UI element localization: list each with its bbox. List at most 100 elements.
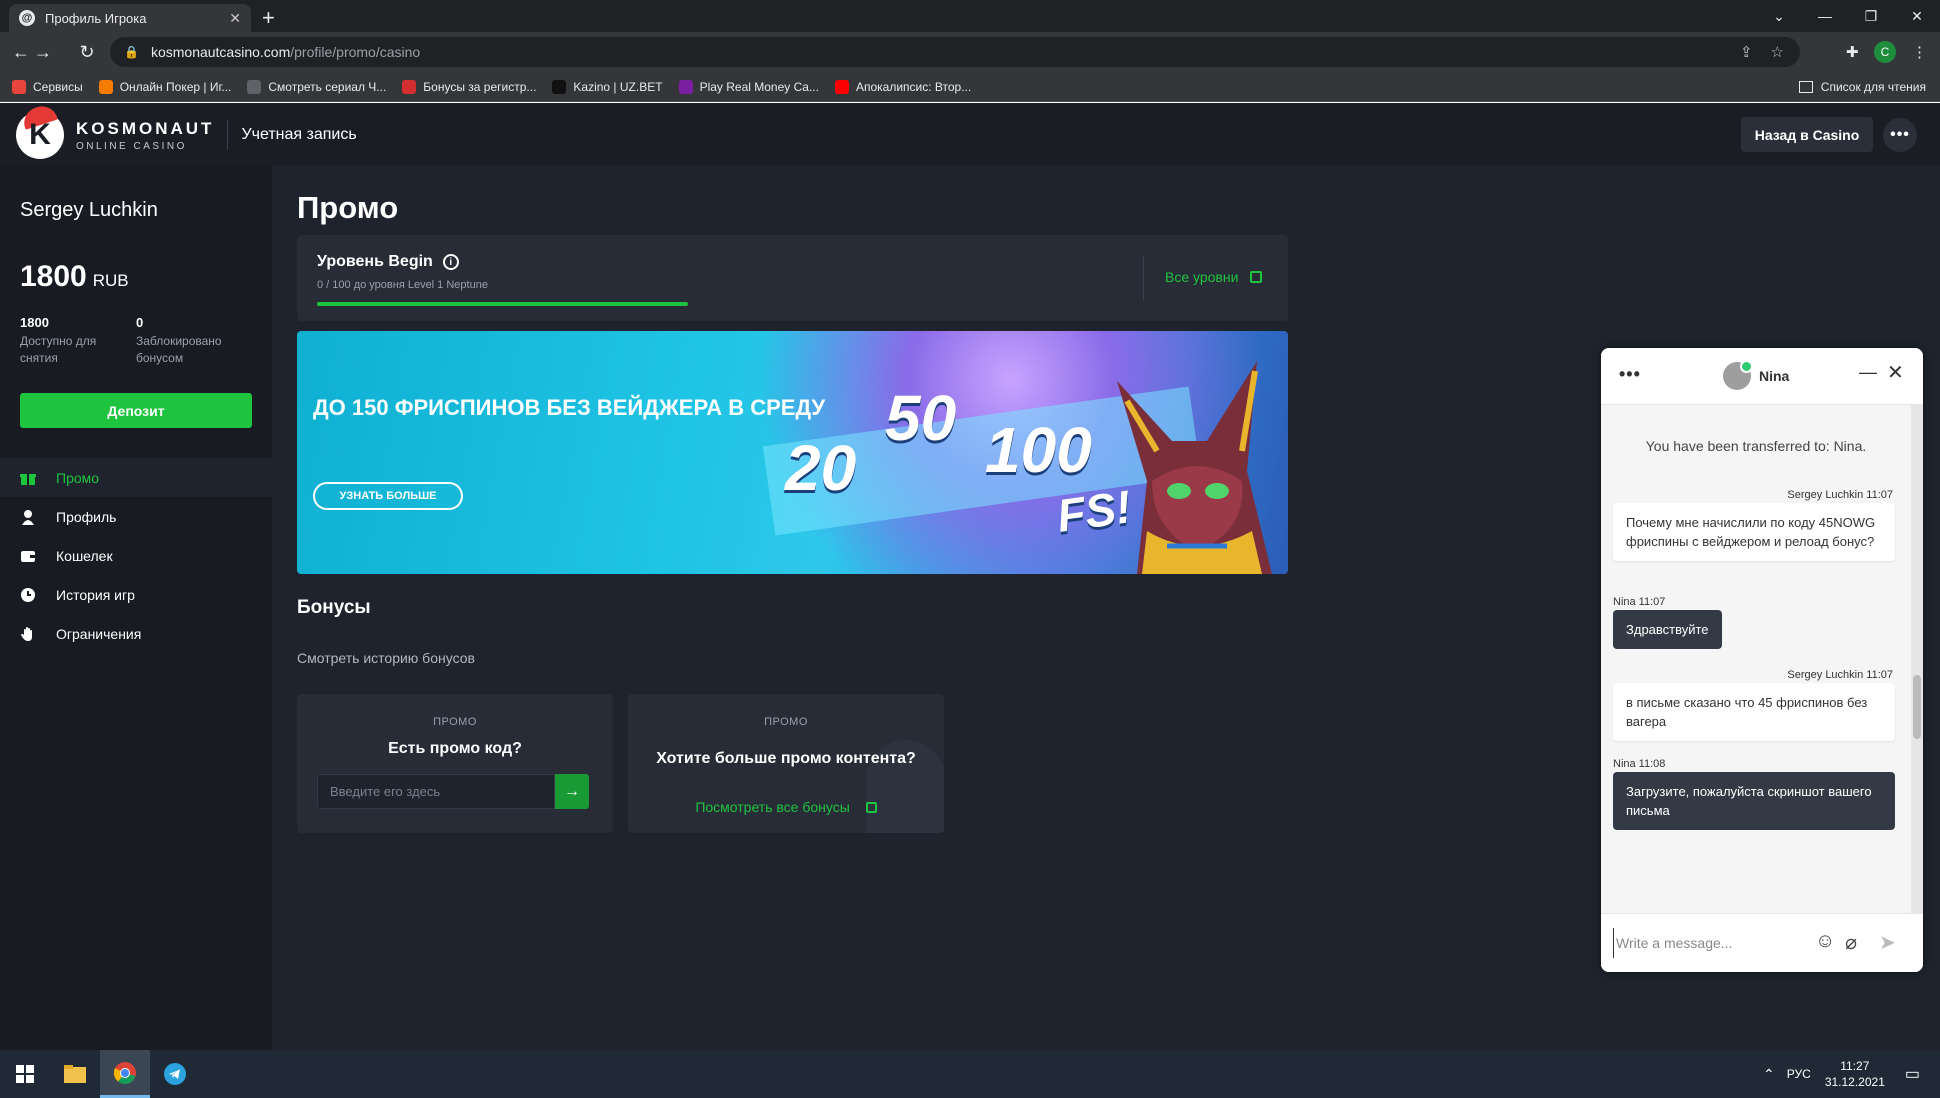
tab-close-icon[interactable]: ✕ — [229, 10, 241, 27]
bonuses-heading: Бонусы — [297, 597, 371, 618]
content-card-label: ПРОМО — [764, 716, 808, 728]
chat-menu-icon[interactable]: ••• — [1619, 364, 1641, 385]
tab-search-icon[interactable]: ⌄ — [1756, 0, 1802, 32]
bookmark-favicon-icon — [98, 79, 113, 94]
promo-card-label: ПРОМО — [433, 716, 477, 728]
minimize-icon[interactable]: — — [1802, 0, 1848, 32]
chrome-icon[interactable] — [100, 1050, 150, 1098]
user-message: Почему мне начислили по коду 45NOWG фрис… — [1613, 503, 1895, 561]
apps-icon — [12, 79, 26, 94]
level-progress-bar — [317, 302, 688, 306]
header-divider — [227, 120, 229, 150]
address-bar[interactable]: 🔒 kosmonautcasino.com/profile/promo/casi… — [110, 37, 1800, 67]
user-icon — [20, 509, 36, 525]
file-explorer-icon[interactable] — [50, 1050, 100, 1098]
chat-compose: ☺ ⌀ ➤ — [1601, 913, 1923, 972]
all-levels-link[interactable]: Все уровни — [1165, 269, 1263, 285]
close-chat-icon[interactable]: ✕ — [1887, 360, 1904, 385]
chat-scrollbar[interactable] — [1911, 405, 1923, 913]
live-chat-widget: ••• Nina — ✕ You have been transferred t… — [1601, 348, 1923, 972]
chat-messages — [1601, 405, 1923, 913]
extensions-icon[interactable]: ✚ — [1846, 32, 1859, 72]
info-icon[interactable]: i — [442, 254, 459, 270]
external-link-icon — [865, 802, 877, 813]
bookmark-item[interactable]: Play Real Money Ca... — [678, 79, 819, 94]
logo-wordmark: KOSMONAUT ONLINE CASINO — [76, 118, 215, 152]
attach-icon[interactable]: ⌀ — [1845, 930, 1857, 955]
profile-sidebar: Sergey Luchkin 1800 RUB 1800 Доступно для… — [0, 165, 272, 1050]
clock-icon — [20, 587, 36, 603]
account-label: Учетная запись — [241, 126, 357, 143]
locked-balance: 0 Заблокировано бонусом — [136, 315, 222, 365]
chat-message-input[interactable] — [1613, 928, 1803, 958]
tray-chevron-icon[interactable]: ⌃ — [1763, 1066, 1775, 1083]
bookmark-favicon-icon — [552, 79, 567, 94]
clock[interactable]: 11:27 31.12.2021 — [1825, 1058, 1885, 1090]
notifications-icon[interactable]: ▭ — [1905, 1064, 1920, 1084]
chat-header: ••• Nina — ✕ — [1601, 348, 1923, 405]
back-to-casino-button[interactable]: Назад в Casino — [1741, 117, 1873, 152]
url-path: /profile/promo/casino — [290, 44, 421, 60]
level-progress-text: 0 / 100 до уровня Level 1 Neptune — [317, 279, 488, 291]
bookmark-star-icon[interactable]: ☆ — [1771, 43, 1784, 61]
send-icon[interactable]: ➤ — [1879, 930, 1896, 955]
learn-more-button[interactable]: УЗНАТЬ БОЛЬШЕ — [313, 482, 463, 510]
gift-icon — [20, 470, 36, 486]
youtube-icon — [834, 79, 849, 94]
see-all-bonuses-link[interactable]: Посмотреть все бонусы — [628, 799, 944, 815]
reading-list[interactable]: Список для чтения — [1798, 72, 1926, 102]
bookmark-item[interactable]: Онлайн Покер | Иг... — [98, 79, 231, 94]
bookmark-favicon-icon — [247, 79, 262, 94]
logo-mark: K — [16, 102, 64, 159]
new-tab-icon[interactable]: + — [262, 5, 275, 31]
balance-currency: RUB — [92, 271, 129, 290]
tab-title: Профиль Игрока — [45, 10, 147, 26]
sidebar-item-limits[interactable]: Ограничения — [0, 614, 272, 653]
close-window-icon[interactable]: ✕ — [1894, 0, 1940, 32]
bookmark-item[interactable]: Сервисы — [12, 79, 83, 94]
bookmark-item[interactable]: Kazino | UZ.BET — [552, 79, 663, 94]
browser-tab-bar: @ Профиль Игрока ✕ + ⌄ — ❐ ✕ — [0, 0, 1940, 32]
egyptian-cat-illustration — [1117, 361, 1272, 574]
reload-icon[interactable]: ↻ — [72, 32, 102, 72]
bonus-history-link[interactable]: Смотреть историю бонусов — [297, 650, 475, 666]
telegram-icon[interactable] — [150, 1050, 200, 1098]
browser-tab[interactable]: @ Профиль Игрока ✕ — [9, 4, 251, 32]
bookmark-item[interactable]: Смотреть сериал Ч... — [247, 79, 386, 94]
system-message: You have been transferred to: Nina. — [1645, 438, 1867, 454]
window-controls: ⌄ — ❐ ✕ — [1756, 0, 1940, 32]
deposit-button[interactable]: Депозит — [20, 393, 252, 428]
bookmark-item[interactable]: Апокалипсис: Втор... — [834, 79, 971, 94]
sidebar-item-profile[interactable]: Профиль — [0, 497, 272, 536]
sidebar-item-promo[interactable]: Промо — [0, 458, 272, 497]
profile-avatar[interactable]: C — [1874, 32, 1896, 72]
more-options-button[interactable]: ••• — [1883, 118, 1917, 152]
sidebar-menu: Промо Профиль Кошелек История игр Ограни… — [0, 458, 272, 653]
tab-favicon-icon: @ — [19, 10, 35, 26]
promo-banner[interactable]: ДО 150 ФРИСПИНОВ БЕЗ ВЕЙДЖЕРА В СРЕДУ УЗ… — [297, 331, 1288, 574]
site-header: K KOSMONAUT ONLINE CASINO Учетная запись… — [0, 102, 1940, 165]
windows-start-icon[interactable] — [0, 1050, 50, 1098]
restore-icon[interactable]: ❐ — [1848, 0, 1894, 32]
reading-list-icon — [1798, 81, 1813, 93]
sidebar-item-game-history[interactable]: История игр — [0, 575, 272, 614]
windows-taskbar: ⌃ РУС 11:27 31.12.2021 ▭ — [0, 1050, 1940, 1098]
level-divider — [1143, 255, 1144, 301]
forward-arrow-icon[interactable]: → — [28, 32, 58, 72]
site-logo[interactable]: K KOSMONAUT ONLINE CASINO Учетная запись — [16, 102, 357, 159]
minimize-chat-icon[interactable]: — — [1859, 362, 1877, 383]
language-indicator[interactable]: РУС — [1787, 1067, 1811, 1081]
emoji-icon[interactable]: ☺ — [1815, 930, 1835, 953]
external-link-icon — [1250, 271, 1263, 283]
share-icon[interactable]: ⇪ — [1740, 43, 1753, 61]
bookmark-item[interactable]: Бонусы за регистр... — [402, 79, 536, 94]
promo-code-input[interactable] — [317, 774, 555, 809]
lock-icon: 🔒 — [124, 45, 139, 59]
browser-menu-icon[interactable]: ⋮ — [1912, 32, 1927, 72]
message-meta: Sergey Luchkin 11:07 — [1787, 669, 1893, 681]
sidebar-item-wallet[interactable]: Кошелек — [0, 536, 272, 575]
agent-message: Загрузите, пожалуйста скриншот вашего пи… — [1613, 772, 1895, 830]
submit-arrow-icon[interactable]: → — [555, 774, 589, 809]
level-card: Уровень Begin i 0 / 100 до уровня Level … — [297, 235, 1288, 321]
more-promo-card: ПРОМО Хотите больше промо контента? Посм… — [628, 694, 944, 833]
